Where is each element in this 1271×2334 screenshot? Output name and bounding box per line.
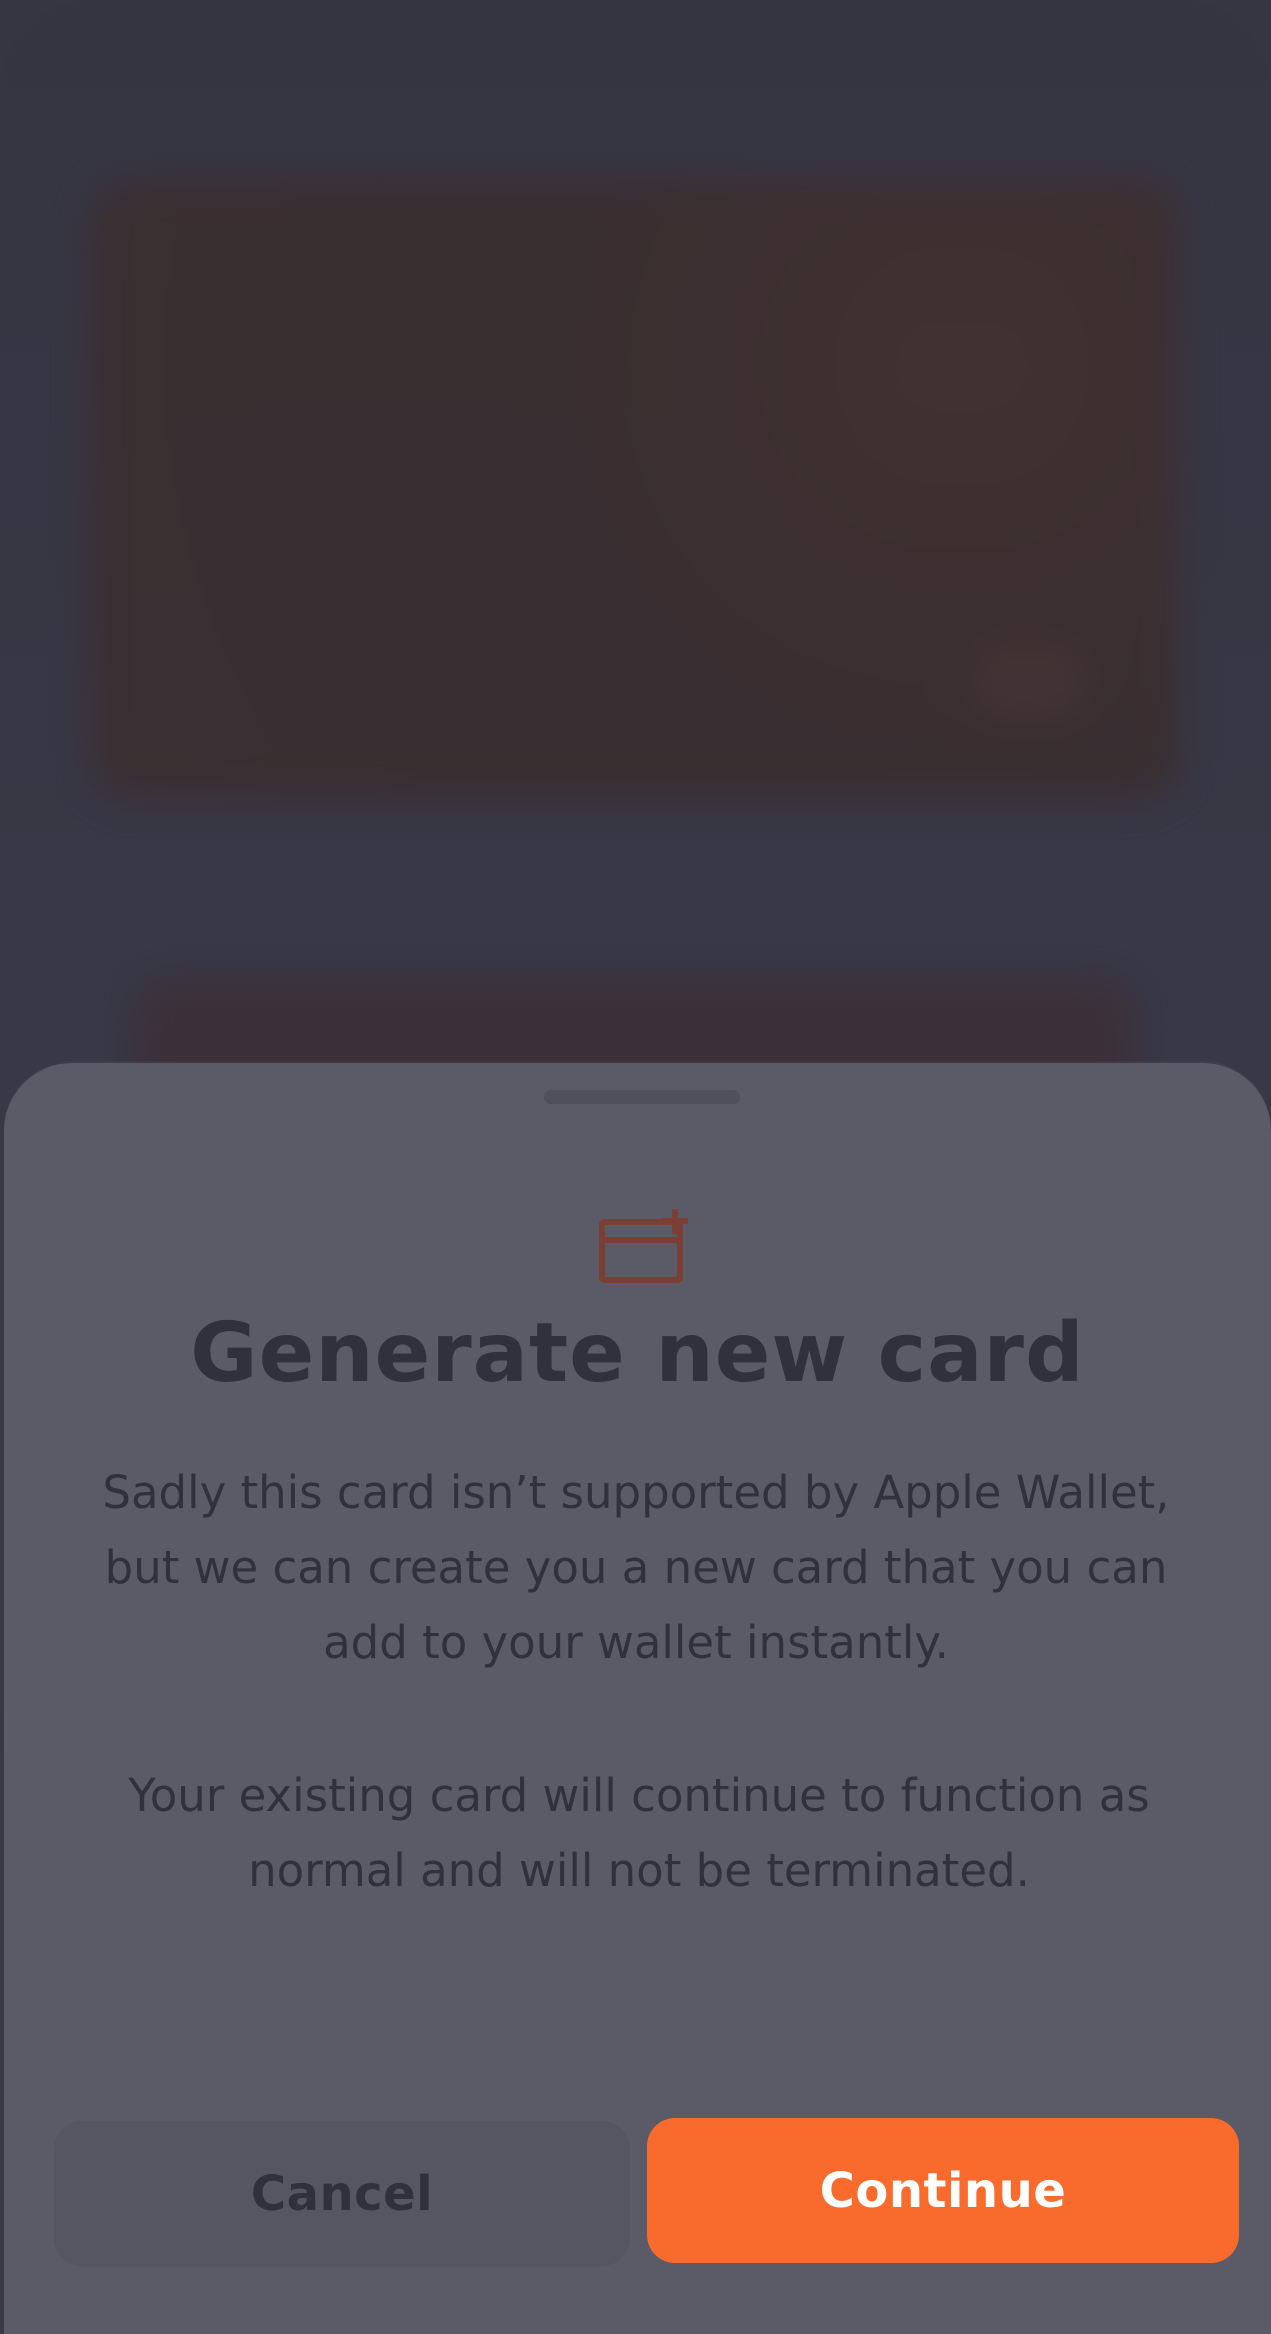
continue-button[interactable]: Continue (647, 2118, 1239, 2263)
blurred-card-preview (90, 180, 1180, 800)
existing-card-message: Your existing card will continue to func… (128, 1769, 1150, 1897)
bottom-sheet-dialog: Generate new card Sadly this card isn’t … (4, 1063, 1271, 2334)
new-card-plus-icon-svg (599, 1209, 688, 1283)
screen: Generate new card Sadly this card isn’t … (0, 0, 1271, 2334)
dialog-title: Generate new card (190, 1306, 1085, 1401)
cancel-button[interactable]: Cancel (54, 2121, 630, 2266)
card-chip-glow (970, 645, 1090, 720)
apple-wallet-message: Sadly this card isn’t supported by Apple… (102, 1466, 1170, 1669)
sheet-handle[interactable] (544, 1090, 740, 1104)
new-card-plus-icon (599, 1206, 691, 1286)
